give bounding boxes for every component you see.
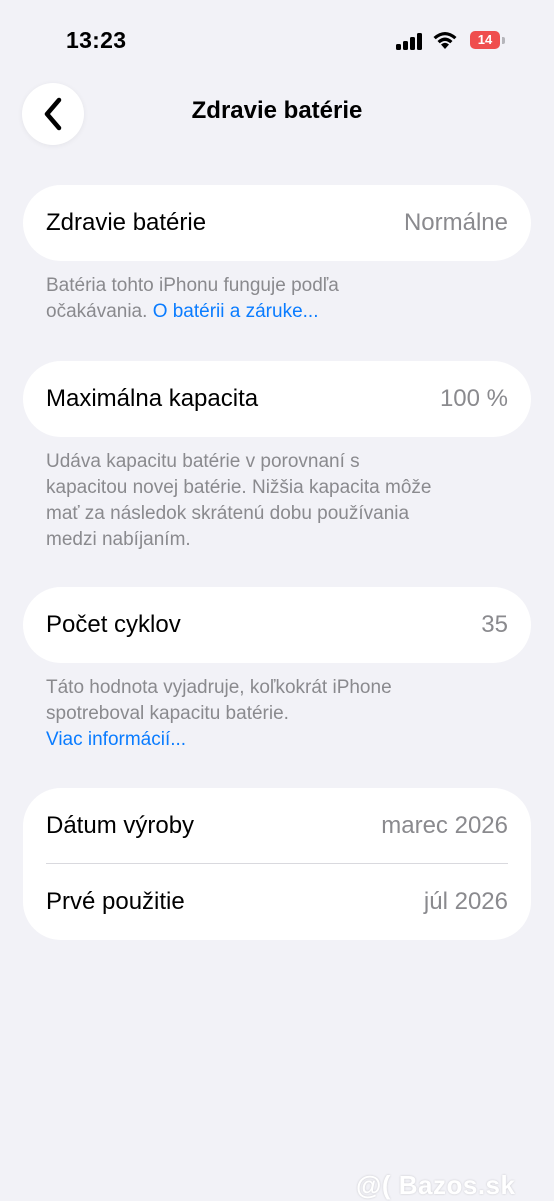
cycle-count-label: Počet cyklov — [46, 611, 181, 638]
watermark: @( Bazos.sk — [356, 1170, 516, 1200]
max-capacity-card: Maximálna kapacita 100 % — [23, 361, 531, 437]
first-use-row: Prvé použitie júl 2026 — [23, 864, 531, 940]
manufacture-date-label: Dátum výroby — [46, 812, 195, 839]
wifi-icon — [432, 29, 458, 51]
page-title: Zdravie batérie — [191, 97, 363, 124]
status-bar: 13:23 14 — [0, 0, 554, 80]
cycle-count-footer-text: Táto hodnota vyjadruje, koľkokrát iPhone… — [46, 677, 392, 724]
cellular-signal-icon — [396, 32, 426, 50]
manufacture-date-value: marec 2026 — [381, 812, 508, 839]
first-use-value: júl 2026 — [423, 888, 508, 915]
max-capacity-label: Maximálna kapacita — [46, 385, 259, 412]
max-capacity-row: Maximálna kapacita 100 % — [23, 361, 531, 437]
battery-health-row: Zdravie batérie Normálne — [23, 185, 531, 261]
battery-health-value: Normálne — [403, 209, 508, 236]
max-capacity-footer: Udáva kapacitu batérie v porovnaní s kap… — [46, 451, 432, 550]
status-time: 13:23 — [66, 27, 127, 53]
battery-health-card: Zdravie batérie Normálne — [23, 185, 531, 261]
cycle-count-footer: Táto hodnota vyjadruje, koľkokrát iPhone… — [46, 675, 466, 753]
battery-warranty-link[interactable]: O batérii a záruke... — [153, 301, 319, 322]
battery-health-label: Zdravie batérie — [46, 209, 207, 236]
cycle-count-card: Počet cyklov 35 — [23, 587, 531, 663]
more-info-link[interactable]: Viac informácií... — [46, 729, 186, 750]
manufacture-date-row: Dátum výroby marec 2026 — [23, 788, 531, 864]
max-capacity-value: 100 % — [439, 385, 508, 412]
first-use-label: Prvé použitie — [46, 888, 185, 915]
cycle-count-value: 35 — [481, 611, 508, 638]
dates-card: Dátum výroby marec 2026 Prvé použitie jú… — [23, 788, 531, 940]
battery-level: 14 — [470, 31, 500, 49]
battery-health-footer: Batéria tohto iPhonu funguje podľa očaká… — [46, 273, 426, 325]
battery-icon: 14 — [470, 31, 506, 51]
cycle-count-row: Počet cyklov 35 — [23, 587, 531, 663]
